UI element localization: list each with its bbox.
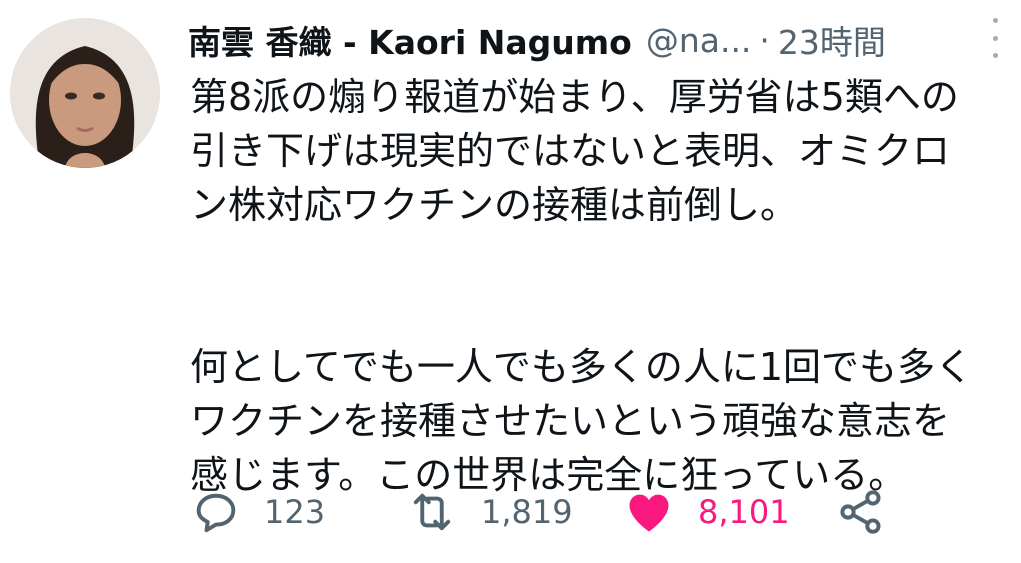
tweet-text-line: ン株対応ワクチンの接種は前倒し。: [190, 183, 799, 227]
tweet-text-line: 何としてでも一人でも多くの人に1回でも多く: [190, 345, 974, 389]
separator-dot: ·: [759, 20, 770, 60]
tweet-text-line: ワクチンを接種させたいという頑強な意志を: [190, 399, 951, 443]
reply-count: 123: [264, 493, 326, 531]
tweet-text: 第8派の煽り報道が始まり、厚労省は5類への 引き下げは現実的ではないと表明、オミ…: [190, 70, 1005, 502]
more-options-icon[interactable]: [983, 18, 1007, 58]
reply-button[interactable]: 123: [190, 484, 325, 540]
paragraph-break: [190, 232, 1005, 340]
reply-icon: [196, 493, 236, 533]
tweet-text-line: 引き下げは現実的ではないと表明、オミクロ: [190, 129, 951, 173]
avatar[interactable]: [10, 18, 160, 168]
action-bar: 123 1,819 8,101: [190, 484, 990, 540]
timestamp[interactable]: 23時間: [778, 16, 886, 64]
author-name[interactable]: 南雲 香織 - Kaori Nagumo: [188, 16, 632, 64]
retweet-count: 1,819: [481, 493, 573, 531]
like-count: 8,101: [698, 493, 790, 531]
retweet-button[interactable]: 1,819: [405, 484, 573, 540]
heart-icon: [629, 494, 669, 532]
tweet-text-line: 第8派の煽り報道が始まり、厚労省は5類への: [190, 75, 959, 119]
retweet-icon: [413, 493, 451, 531]
share-button[interactable]: [835, 484, 887, 540]
like-button[interactable]: 8,101: [622, 484, 790, 540]
tweet-header: 南雲 香織 - Kaori Nagumo @na... · 23時間: [188, 14, 988, 66]
author-handle[interactable]: @na...: [646, 21, 752, 60]
share-icon: [840, 490, 881, 534]
